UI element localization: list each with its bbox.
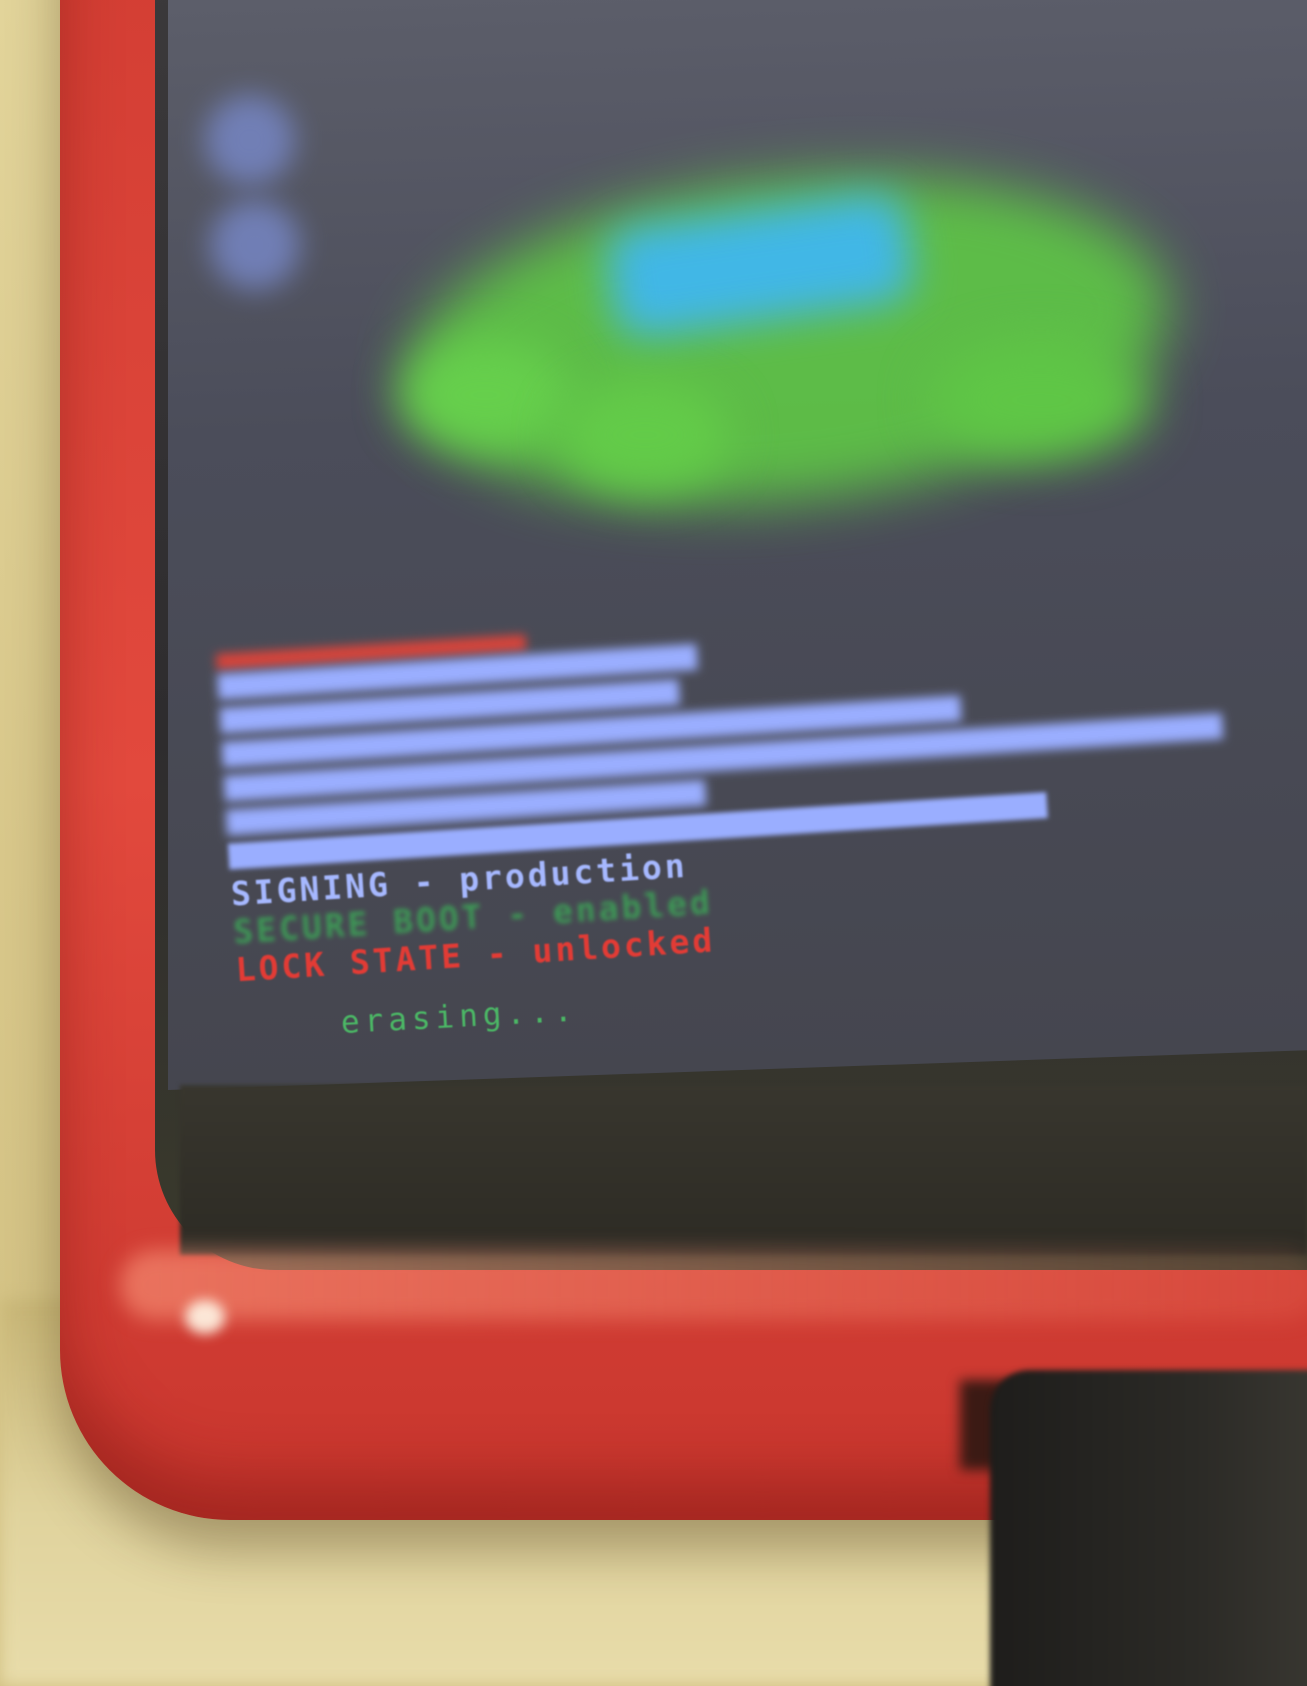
bumper-shine (185, 1300, 225, 1334)
android-mascot-part (560, 380, 730, 490)
usb-cable (990, 1370, 1307, 1686)
volume-indicator-icon (205, 95, 295, 185)
photo-scene: SIGNING - production SECURE BOOT - enabl… (0, 0, 1307, 1686)
volume-indicator-icon (210, 200, 300, 290)
bumper-highlight (120, 1250, 1307, 1320)
android-mascot-part (400, 340, 570, 450)
android-mascot-part (930, 340, 1150, 460)
phone-bottom-bezel (180, 1085, 1307, 1255)
bootloader-info: SIGNING - production SECURE BOOT - enabl… (215, 577, 1235, 989)
